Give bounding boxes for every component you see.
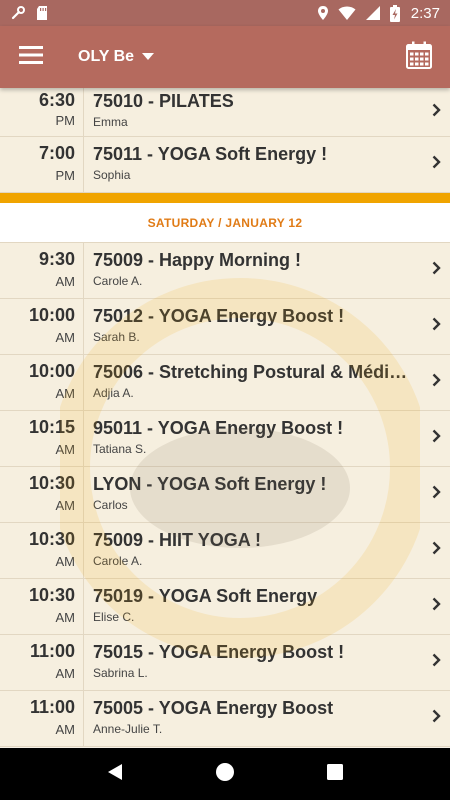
wifi-icon <box>338 5 356 21</box>
chevron-right-icon <box>432 541 441 560</box>
class-teacher: Carlos <box>93 498 128 512</box>
schedule-list[interactable]: 6:30 PM 75010 - PILATES Emma 7:00 PM 750… <box>0 88 450 748</box>
class-time: 10:30 <box>28 529 75 549</box>
day-header-label: SATURDAY / JANUARY 12 <box>147 215 303 230</box>
class-teacher: Emma <box>93 115 128 129</box>
dropdown-arrow-icon <box>142 48 155 66</box>
class-ampm: AM <box>55 274 76 289</box>
chevron-right-icon <box>432 103 441 122</box>
class-teacher: Carole A. <box>93 274 143 288</box>
back-icon <box>106 763 124 786</box>
class-row[interactable]: 11:00 AM 75015 - YOGA Energy Boost ! Sab… <box>0 635 450 691</box>
class-ampm: AM <box>55 442 76 457</box>
class-ampm: PM <box>55 113 76 128</box>
chevron-right-icon <box>432 485 441 504</box>
class-time: 10:30 <box>28 585 75 605</box>
menu-icon <box>19 45 43 70</box>
back-button[interactable] <box>95 754 135 794</box>
clock: 2:37 <box>410 4 440 22</box>
class-ampm: AM <box>55 498 76 513</box>
home-button[interactable] <box>205 754 245 794</box>
chevron-right-icon <box>432 373 441 392</box>
wrench-icon <box>10 5 26 21</box>
class-ampm: AM <box>55 722 76 737</box>
day-header: SATURDAY / JANUARY 12 <box>0 203 450 243</box>
class-ampm: PM <box>55 168 76 183</box>
class-title: 75012 - YOGA Energy Boost ! <box>93 306 345 326</box>
class-ampm: AM <box>55 666 76 681</box>
battery-charging-icon <box>389 4 400 22</box>
class-row[interactable]: 10:00 AM 75006 - Stretching Postural & M… <box>0 355 450 411</box>
class-teacher: Carole A. <box>93 554 143 568</box>
class-teacher: Anne-Julie T. <box>93 722 163 736</box>
app-bar: OLY Be <box>0 26 450 88</box>
class-row[interactable]: 10:30 AM LYON - YOGA Soft Energy ! Carlo… <box>0 467 450 523</box>
class-time: 10:30 <box>28 473 75 493</box>
chevron-right-icon <box>432 597 441 616</box>
recents-button[interactable] <box>315 754 355 794</box>
class-row[interactable]: 11:00 AM 75005 - YOGA Energy Boost Anne-… <box>0 691 450 747</box>
class-row[interactable]: 10:30 AM 75019 - YOGA Soft Energy Elise … <box>0 579 450 635</box>
class-time: 7:00 <box>38 143 75 163</box>
class-time: 10:15 <box>28 417 75 437</box>
class-title: 75011 - YOGA Soft Energy ! <box>93 144 328 164</box>
class-time: 10:00 <box>28 305 75 325</box>
class-row[interactable]: 6:30 PM 75010 - PILATES Emma <box>0 88 450 137</box>
class-title: 75015 - YOGA Energy Boost ! <box>93 642 345 662</box>
class-row[interactable]: 10:30 AM 75009 - HIIT YOGA ! Carole A. <box>0 523 450 579</box>
day-divider <box>0 193 450 203</box>
chevron-right-icon <box>432 317 441 336</box>
class-ampm: AM <box>55 554 76 569</box>
home-icon <box>215 762 235 787</box>
chevron-right-icon <box>432 155 441 174</box>
sd-card-icon <box>35 5 49 21</box>
system-nav-bar <box>0 748 450 800</box>
class-title: LYON - YOGA Soft Energy ! <box>93 474 327 494</box>
class-title: 75006 - Stretching Postural & Médi… <box>93 362 408 382</box>
class-time: 11:00 <box>29 697 75 717</box>
location-icon <box>317 5 329 21</box>
class-ampm: AM <box>55 610 76 625</box>
recents-icon <box>326 763 344 786</box>
calendar-icon <box>406 41 432 74</box>
chevron-right-icon <box>432 261 441 280</box>
class-time: 11:00 <box>29 641 75 661</box>
class-teacher: Tatiana S. <box>93 442 147 456</box>
class-title: 75019 - YOGA Soft Energy <box>93 586 318 606</box>
class-row[interactable]: 10:15 AM 95011 - YOGA Energy Boost ! Tat… <box>0 411 450 467</box>
class-title: 75005 - YOGA Energy Boost <box>93 698 334 718</box>
class-row[interactable]: 10:00 AM 75012 - YOGA Energy Boost ! Sar… <box>0 299 450 355</box>
studio-dropdown[interactable]: OLY Be <box>78 48 155 66</box>
class-row[interactable]: 9:30 AM 75009 - Happy Morning ! Carole A… <box>0 243 450 299</box>
class-title: 75009 - Happy Morning ! <box>93 250 302 270</box>
signal-icon <box>365 5 381 21</box>
class-teacher: Sabrina L. <box>93 666 148 680</box>
class-ampm: AM <box>55 330 76 345</box>
class-teacher: Sophia <box>93 168 131 182</box>
class-time: 10:00 <box>28 361 75 381</box>
class-teacher: Adjia A. <box>93 386 134 400</box>
class-teacher: Elise C. <box>93 610 135 624</box>
class-ampm: AM <box>55 386 76 401</box>
studio-name: OLY Be <box>78 48 135 65</box>
class-title: 75010 - PILATES <box>93 91 234 111</box>
class-row[interactable]: 7:00 PM 75011 - YOGA Soft Energy ! Sophi… <box>0 137 450 193</box>
chevron-right-icon <box>432 709 441 728</box>
chevron-right-icon <box>432 653 441 672</box>
class-title: 95011 - YOGA Energy Boost ! <box>93 418 344 438</box>
status-bar: 2:37 <box>0 0 450 26</box>
chevron-right-icon <box>432 429 441 448</box>
class-time: 6:30 <box>38 90 75 110</box>
class-time: 9:30 <box>38 249 75 269</box>
menu-button[interactable] <box>0 26 62 88</box>
class-teacher: Sarah B. <box>93 330 140 344</box>
calendar-button[interactable] <box>388 26 450 88</box>
class-title: 75009 - HIIT YOGA ! <box>93 530 262 550</box>
